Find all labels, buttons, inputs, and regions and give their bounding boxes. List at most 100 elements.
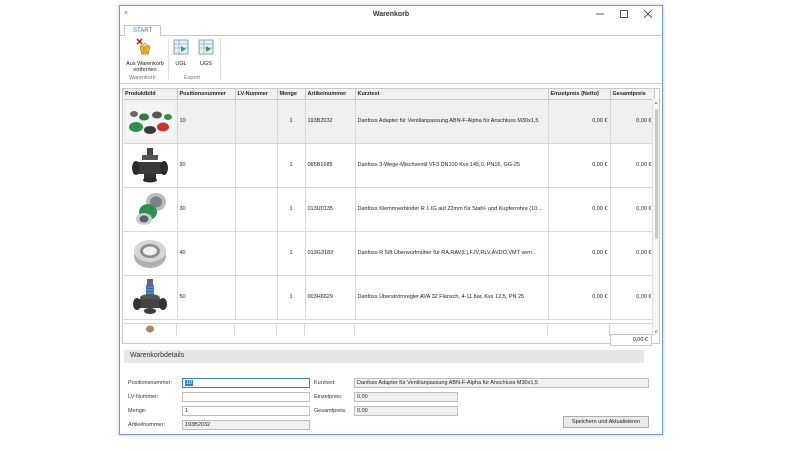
col-header-artikelnummer[interactable]: Artikelnummer (305, 89, 356, 100)
table-row[interactable]: 10 1 193B2032 Danfoss Adapter für Ventil… (123, 99, 655, 144)
cell-artikelnummer: 013G3182 (305, 231, 356, 276)
product-regulator-image (132, 279, 167, 314)
product-image-cell (123, 231, 178, 276)
table-row[interactable]: 30 1 013U0135 Danfoss Klemmverbinder R 1… (123, 187, 655, 232)
cell-gesamtpreis: 0,00 € (610, 187, 655, 232)
cart-table: Produktbild Positionsnummer LV-Nummer Me… (122, 88, 660, 344)
lv-nummer-field[interactable] (182, 392, 310, 402)
product-image-cell (123, 143, 178, 188)
label-lv-nummer: LV-Nummer: (128, 394, 159, 400)
scrollbar-thumb[interactable] (655, 109, 658, 239)
close-button[interactable] (636, 7, 660, 23)
basket-remove-icon (136, 38, 151, 55)
cell-lv-nummer (235, 143, 278, 188)
product-valve-image (131, 148, 168, 183)
ribbon-separator (220, 38, 221, 80)
total-sum: 0,00 € (610, 334, 652, 346)
table-row[interactable]: 20 1 065B1685 Danfoss 3-Wege-Mischventil… (123, 143, 655, 188)
details-title: Warenkorbdetails (130, 352, 185, 359)
cell-menge: 1 (277, 275, 306, 320)
col-header-produktbild[interactable]: Produktbild (123, 89, 178, 100)
cell-einzelpreis: 0,00 € (548, 275, 611, 320)
scroll-up-icon[interactable]: ▲ (654, 100, 658, 105)
ribbon-tabs: START (120, 24, 662, 37)
cell-menge: 1 (277, 143, 306, 188)
einzelpreis-field: 0,00 (354, 392, 458, 402)
product-fitting-image (135, 193, 166, 225)
partial-cell (177, 324, 235, 336)
label-kurztext: Kurztext: (314, 380, 336, 386)
cell-kurztext: Danfoss 3-Wege-Mischventil VF3 DN100 Kvs… (355, 143, 549, 188)
cell-gesamtpreis: 0,00 € (610, 143, 655, 188)
menge-field[interactable]: 1 (182, 406, 310, 416)
product-image-cell (123, 99, 178, 144)
cell-positionsnummer: 20 (177, 143, 236, 188)
title-bar[interactable]: × Warenkorb (120, 6, 662, 24)
export-ugs-button[interactable]: UGS (194, 38, 218, 67)
cell-artikelnummer: 065B1685 (305, 143, 356, 188)
ugs-label: UGS (200, 60, 212, 67)
partial-cell (235, 324, 277, 336)
cell-menge: 1 (277, 187, 306, 232)
cell-gesamtpreis: 0,00 € (610, 231, 655, 276)
col-header-lv-nummer[interactable]: LV-Nummer (235, 89, 278, 100)
cell-kurztext: Danfoss Klemmverbinder R 1 IG auf 22mm f… (355, 187, 549, 232)
product-adapters-image (125, 103, 174, 139)
ribbon-separator (168, 38, 169, 80)
col-header-positionsnummer[interactable]: Positionsnummer (177, 89, 236, 100)
col-header-menge[interactable]: Menge (277, 89, 306, 100)
ugl-label: UGL (175, 60, 187, 67)
cell-kurztext: Danfoss Überströmregler AVA 32 Flansch, … (355, 275, 549, 320)
product-image-cell (123, 275, 178, 320)
minimize-icon (596, 13, 604, 15)
cell-lv-nummer (235, 99, 278, 144)
partial-cell (277, 324, 305, 336)
gesamtpreis-field: 0,00 (354, 406, 458, 416)
cell-einzelpreis: 0,00 € (548, 231, 611, 276)
cell-kurztext: Danfoss Adapter für Ventilanpassung ABN-… (355, 99, 549, 144)
maximize-button[interactable] (612, 7, 636, 23)
product-image-cell (123, 187, 178, 232)
label-einzelpreis: Einzelpreis: (314, 394, 343, 400)
cell-kurztext: Danfoss R 5/8 Überwurfmutter für RA,RAV(… (355, 231, 549, 276)
cell-lv-nummer (235, 231, 278, 276)
col-header-kurztext[interactable]: Kurztext (355, 89, 549, 100)
positionsnummer-value: 10 (185, 380, 194, 386)
cell-artikelnummer: 013U0135 (305, 187, 356, 232)
cell-artikelnummer: 193B2032 (305, 99, 356, 144)
cell-gesamtpreis: 0,00 € (610, 275, 655, 320)
export-ugl-button[interactable]: UGL (170, 38, 192, 67)
cell-positionsnummer: 10 (177, 99, 236, 144)
label-positionsnummer: Positionsnummer: (128, 380, 173, 386)
scroll-down-icon[interactable]: ▼ (654, 329, 658, 334)
cell-menge: 1 (277, 99, 306, 144)
table-row[interactable]: 40 1 013G3182 Danfoss R 5/8 Überwurfmutt… (123, 231, 655, 276)
minimize-button[interactable] (588, 7, 612, 23)
product-nut-image (133, 240, 166, 268)
spreadsheet-export-icon (198, 39, 214, 55)
table-row[interactable]: 50 1 003H6629 Danfoss Überströmregler AV… (123, 275, 655, 320)
cell-positionsnummer: 40 (177, 231, 236, 276)
window-title: Warenkorb (372, 11, 410, 18)
maximize-icon (620, 10, 628, 18)
cell-positionsnummer: 50 (177, 275, 236, 320)
table-scrollbar[interactable]: ▲ ▼ (652, 99, 659, 335)
col-header-gesamtpreis[interactable]: Gesamtpreis (610, 89, 655, 100)
cell-einzelpreis: 0,00 € (548, 99, 611, 144)
cell-einzelpreis: 0,00 € (548, 187, 611, 232)
table-header: Produktbild Positionsnummer LV-Nummer Me… (123, 89, 655, 100)
label-artikelnummer: Artikelnummer: (128, 422, 165, 428)
kurztext-field: Danfoss Adapter für Ventilanpassung ABN-… (354, 378, 649, 388)
col-header-einzelpreis[interactable]: Einzelpreis (Netto) (548, 89, 611, 100)
save-and-update-button[interactable]: Speichern und Aktualisieren (563, 416, 649, 428)
partial-cell (548, 324, 610, 336)
details-header: Warenkorbdetails (124, 350, 644, 363)
group-label-export: Export (184, 75, 200, 81)
positionsnummer-field[interactable]: 10 (182, 378, 310, 388)
table-row-partial[interactable] (123, 323, 654, 336)
close-icon (643, 9, 653, 19)
label-gesamtpreis: Gesamtpreis: (314, 408, 347, 414)
cell-menge: 1 (277, 231, 306, 276)
group-label-warenkorb: Warenkorb (129, 75, 156, 81)
remove-from-cart-button[interactable]: Aus Warenkorb entfernen (123, 38, 167, 74)
